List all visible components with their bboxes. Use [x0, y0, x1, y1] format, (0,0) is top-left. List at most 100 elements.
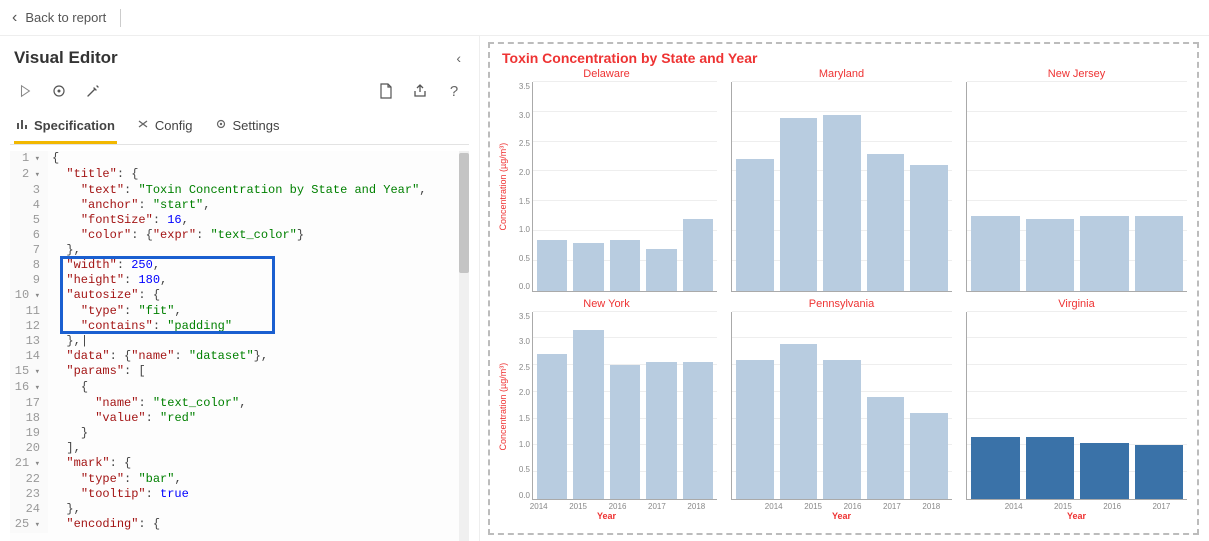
code-content: },|	[48, 334, 469, 349]
facet-title: New Jersey	[966, 68, 1187, 82]
bar[interactable]	[646, 249, 676, 291]
bar[interactable]	[573, 243, 603, 291]
code-line[interactable]: 2 "title": {	[10, 167, 469, 183]
tab-settings[interactable]: Settings	[213, 114, 282, 144]
code-line[interactable]: 23 "tooltip": true	[10, 487, 469, 502]
bar[interactable]	[867, 154, 905, 291]
bar[interactable]	[537, 354, 567, 499]
bar[interactable]	[537, 240, 567, 291]
line-number: 14	[10, 349, 48, 364]
chart-preview-panel: Toxin Concentration by State and Year De…	[488, 42, 1199, 535]
code-line[interactable]: 5 "fontSize": 16,	[10, 213, 469, 228]
line-number: 1	[10, 151, 48, 167]
plot	[532, 312, 717, 501]
bar[interactable]	[780, 118, 818, 291]
bars	[533, 312, 717, 500]
bar[interactable]	[780, 344, 818, 499]
code-line[interactable]: 18 "value": "red"	[10, 411, 469, 426]
code-line[interactable]: 22 "type": "bar",	[10, 472, 469, 487]
bar[interactable]	[683, 219, 713, 290]
bar[interactable]	[823, 360, 861, 499]
code-line[interactable]: 17 "name": "text_color",	[10, 396, 469, 411]
tab-specification[interactable]: Specification	[14, 114, 117, 144]
collapse-panel-icon[interactable]: ‹	[448, 46, 469, 70]
plot-area: Concentration (µg/m³)3.53.02.52.01.51.00…	[496, 312, 717, 501]
bars	[732, 82, 952, 291]
bar[interactable]	[736, 159, 774, 290]
line-number: 24	[10, 502, 48, 517]
code-line[interactable]: 19 }	[10, 426, 469, 441]
code-line[interactable]: 6 "color": {"expr": "text_color"}	[10, 228, 469, 243]
code-content: "contains": "padding"	[48, 319, 469, 334]
code-content: "title": {	[48, 167, 469, 183]
bar[interactable]	[610, 365, 640, 499]
code-content: {	[48, 380, 469, 396]
code-line[interactable]: 20 ],	[10, 441, 469, 456]
export-icon[interactable]	[411, 82, 429, 100]
play-icon[interactable]	[16, 82, 34, 100]
plot	[966, 82, 1187, 292]
plot-area: 3.53.02.52.01.51.00.50.0	[731, 312, 952, 501]
bar[interactable]	[910, 413, 948, 499]
help-icon[interactable]: ?	[445, 82, 463, 100]
code-content: "tooltip": true	[48, 487, 469, 502]
code-content: "anchor": "start",	[48, 198, 469, 213]
line-number: 7	[10, 243, 48, 258]
code-line[interactable]: 7 },	[10, 243, 469, 258]
editor-scrollbar[interactable]	[459, 151, 469, 541]
code-line[interactable]: 12 "contains": "padding"	[10, 319, 469, 334]
bar[interactable]	[1135, 216, 1184, 290]
bar[interactable]	[683, 362, 713, 499]
code-line[interactable]: 14 "data": {"name": "dataset"},	[10, 349, 469, 364]
bar[interactable]	[971, 437, 1020, 499]
code-line[interactable]: 10 "autosize": {	[10, 288, 469, 304]
code-line[interactable]: 8 "width": 250,	[10, 258, 469, 273]
bar[interactable]	[1026, 437, 1075, 499]
bar[interactable]	[1026, 219, 1075, 290]
code-editor[interactable]: 1{2 "title": {3 "text": "Toxin Concentra…	[10, 151, 469, 541]
bar[interactable]	[823, 115, 861, 291]
line-number: 13	[10, 334, 48, 349]
target-icon[interactable]	[50, 82, 68, 100]
back-to-report-link[interactable]: ‹ Back to report	[12, 9, 106, 27]
facet-title: Maryland	[731, 68, 952, 82]
new-file-icon[interactable]	[377, 82, 395, 100]
bar[interactable]	[646, 362, 676, 499]
back-label: Back to report	[25, 10, 106, 25]
chart-main-title: Toxin Concentration by State and Year	[502, 50, 1187, 66]
tab-config[interactable]: Config	[135, 114, 195, 144]
bar[interactable]	[1135, 445, 1184, 499]
code-line[interactable]: 25 "encoding": {	[10, 517, 469, 533]
line-number: 19	[10, 426, 48, 441]
line-number: 11	[10, 304, 48, 319]
code-line[interactable]: 3 "text": "Toxin Concentration by State …	[10, 183, 469, 198]
bar[interactable]	[910, 165, 948, 290]
bar[interactable]	[610, 240, 640, 291]
code-line[interactable]: 1{	[10, 151, 469, 167]
code-line[interactable]: 11 "type": "fit",	[10, 304, 469, 319]
facet-title: Virginia	[966, 298, 1187, 312]
code-content: "width": 250,	[48, 258, 469, 273]
line-number: 3	[10, 183, 48, 198]
code-line[interactable]: 24 },	[10, 502, 469, 517]
code-line[interactable]: 9 "height": 180,	[10, 273, 469, 288]
bar[interactable]	[573, 330, 603, 499]
bar[interactable]	[971, 216, 1020, 290]
x-axis-label: Year	[731, 511, 952, 521]
code-line[interactable]: 13 },|	[10, 334, 469, 349]
plot	[731, 312, 952, 501]
bars	[967, 312, 1187, 500]
code-content: "height": 180,	[48, 273, 469, 288]
code-content: "value": "red"	[48, 411, 469, 426]
bar[interactable]	[1080, 216, 1129, 290]
code-line[interactable]: 16 {	[10, 380, 469, 396]
code-line[interactable]: 4 "anchor": "start",	[10, 198, 469, 213]
code-line[interactable]: 21 "mark": {	[10, 456, 469, 472]
chevron-left-icon: ‹	[12, 9, 17, 27]
wand-icon[interactable]	[84, 82, 102, 100]
bar[interactable]	[736, 360, 774, 499]
code-line[interactable]: 15 "params": [	[10, 364, 469, 380]
bar[interactable]	[867, 397, 905, 499]
bars	[533, 82, 717, 291]
bar[interactable]	[1080, 443, 1129, 499]
